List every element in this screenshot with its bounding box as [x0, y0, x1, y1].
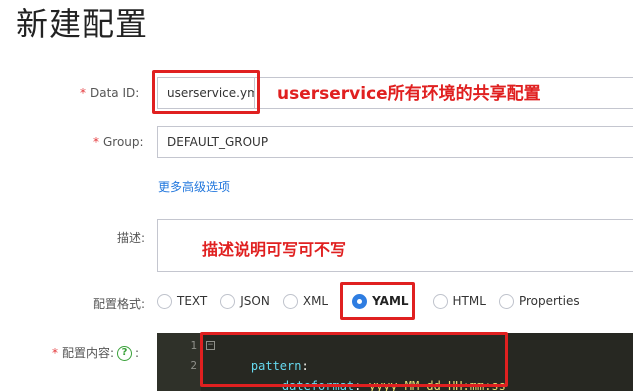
format-radio-group: TEXT JSON XML YAML HTML Properties	[157, 289, 593, 313]
description-annotation: 描述说明可写可不写	[202, 240, 347, 259]
line-number: 1	[190, 339, 197, 352]
config-content-editor[interactable]: 1 − pattern: 2 dateformat: yyyy-MM-dd HH…	[157, 333, 633, 391]
radio-circle-icon	[432, 293, 448, 309]
format-option-json[interactable]: JSON	[220, 293, 270, 309]
description-label: 描述:	[117, 231, 146, 245]
group-label: * Group:	[93, 135, 144, 149]
format-label: 配置格式:	[93, 297, 146, 311]
line-number: 2	[190, 359, 197, 372]
question-circle-icon[interactable]: ?	[117, 346, 133, 361]
advanced-options-link[interactable]: 更多高级选项	[158, 178, 230, 195]
data-id-input[interactable]: userservice.yml	[157, 77, 255, 109]
radio-circle-icon	[220, 293, 236, 309]
required-mark: *	[52, 346, 58, 360]
code-line: pattern:	[250, 359, 309, 373]
format-option-properties[interactable]: Properties	[498, 293, 580, 309]
radio-checked-icon	[352, 293, 368, 309]
page-title: 新建配置	[16, 5, 149, 43]
radio-circle-icon	[282, 293, 298, 309]
radio-circle-icon	[498, 293, 514, 309]
data-id-annotation: userservice所有环境的共享配置	[277, 84, 541, 104]
format-option-xml[interactable]: XML	[282, 293, 328, 309]
data-id-label: * Data ID:	[80, 86, 140, 100]
fold-toggle-icon[interactable]: −	[206, 341, 215, 350]
required-mark: *	[93, 135, 99, 149]
content-label: * 配置内容:?:	[52, 346, 140, 361]
group-input[interactable]: DEFAULT_GROUP	[157, 126, 633, 158]
code-line: dateformat: yyyy-MM-dd HH:mm:ss	[281, 379, 506, 391]
format-option-yaml[interactable]: YAML	[352, 293, 409, 309]
required-mark: *	[80, 86, 86, 100]
radio-circle-icon	[157, 293, 172, 309]
format-option-text[interactable]: TEXT	[157, 293, 207, 309]
format-option-html[interactable]: HTML	[432, 293, 486, 309]
